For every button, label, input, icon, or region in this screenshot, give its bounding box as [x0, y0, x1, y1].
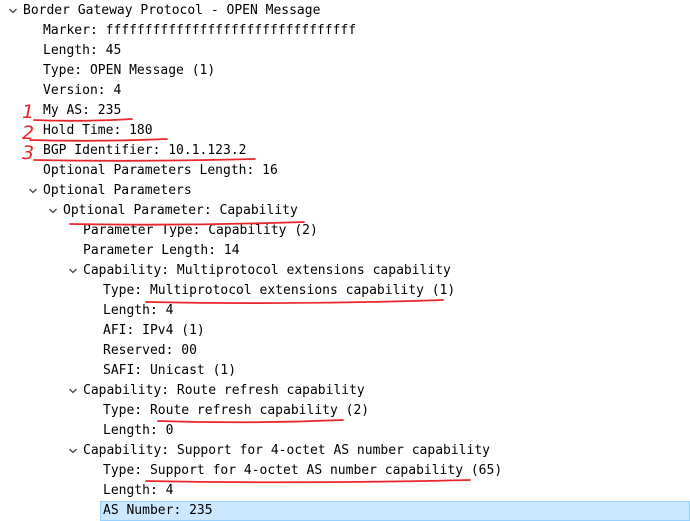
tree-row-capability-route-refresh[interactable]: Capability: Route refresh capability [0, 381, 690, 401]
tree-row-label: AS Number: 235 [103, 503, 213, 518]
tree-row-label: Capability: Support for 4-octet AS numbe… [83, 443, 490, 458]
chevron-down-icon[interactable] [66, 381, 80, 401]
tree-row-label: Length: 4 [103, 303, 174, 318]
chevron-down-icon[interactable] [66, 261, 80, 281]
tree-row-label: Optional Parameters Length: 16 [43, 163, 278, 178]
tree-row-label: Type: Support for 4-octet AS number capa… [103, 463, 503, 478]
tree-row-rr-length[interactable]: Length: 0 [0, 421, 690, 441]
tree-row-optional-parameter-capability[interactable]: Optional Parameter: Capability [0, 201, 690, 221]
tree-row-label: BGP Identifier: 10.1.123.2 [43, 143, 247, 158]
tree-row-length[interactable]: Length: 45 [0, 41, 690, 61]
tree-row-4oct-length[interactable]: Length: 4 [0, 481, 690, 501]
tree-row-label: Border Gateway Protocol - OPEN Message [23, 3, 321, 18]
tree-row-label: Type: OPEN Message (1) [43, 63, 216, 78]
chevron-down-icon[interactable] [66, 441, 80, 461]
tree-row-label: Length: 45 [43, 43, 122, 58]
tree-row-optional-parameters-length[interactable]: Optional Parameters Length: 16 [0, 161, 690, 181]
tree-row-type[interactable]: Type: OPEN Message (1) [0, 61, 690, 81]
tree-row-parameter-type[interactable]: Parameter Type: Capability (2) [0, 221, 690, 241]
tree-row-label: Optional Parameter: Capability [63, 203, 298, 218]
tree-row-hold-time[interactable]: Hold Time: 180 [0, 121, 690, 141]
tree-row-label: Capability: Route refresh capability [83, 383, 365, 398]
tree-row-label: Marker: ffffffffffffffffffffffffffffffff [43, 23, 357, 38]
tree-row-label: Length: 4 [103, 483, 174, 498]
tree-row-capability-4-octet-as[interactable]: Capability: Support for 4-octet AS numbe… [0, 441, 690, 461]
tree-row-mp-type[interactable]: Type: Multiprotocol extensions capabilit… [0, 281, 690, 301]
tree-row-label: AFI: IPv4 (1) [103, 323, 205, 338]
tree-row-as-number[interactable]: AS Number: 235 [0, 501, 690, 521]
tree-row-marker[interactable]: Marker: ffffffffffffffffffffffffffffffff [0, 21, 690, 41]
tree-row-label: Hold Time: 180 [43, 123, 153, 138]
tree-row-parameter-length[interactable]: Parameter Length: 14 [0, 241, 690, 261]
tree-row-mp-length[interactable]: Length: 4 [0, 301, 690, 321]
tree-row-safi[interactable]: SAFI: Unicast (1) [0, 361, 690, 381]
tree-row-optional-parameters[interactable]: Optional Parameters [0, 181, 690, 201]
tree-row-my-as[interactable]: My AS: 235 [0, 101, 690, 121]
chevron-down-icon[interactable] [46, 201, 60, 221]
tree-row-label: Type: Route refresh capability (2) [103, 403, 370, 418]
tree-row-label: Parameter Length: 14 [83, 243, 240, 258]
tree-row-version[interactable]: Version: 4 [0, 81, 690, 101]
tree-row-label: Optional Parameters [43, 183, 192, 198]
tree-row-bgp-open[interactable]: Border Gateway Protocol - OPEN Message [0, 1, 690, 21]
tree-row-label: Parameter Type: Capability (2) [83, 223, 318, 238]
chevron-down-icon[interactable] [26, 181, 40, 201]
tree-row-label: Type: Multiprotocol extensions capabilit… [103, 283, 456, 298]
tree-row-label: My AS: 235 [43, 103, 122, 118]
chevron-down-icon[interactable] [6, 1, 20, 21]
tree-row-label: Length: 0 [103, 423, 174, 438]
packet-details-tree: Border Gateway Protocol - OPEN Message M… [0, 0, 690, 521]
tree-row-label: Version: 4 [43, 83, 122, 98]
tree-row-bgp-identifier[interactable]: BGP Identifier: 10.1.123.2 [0, 141, 690, 161]
tree-row-label: Reserved: 00 [103, 343, 197, 358]
tree-row-reserved[interactable]: Reserved: 00 [0, 341, 690, 361]
tree-row-label: Capability: Multiprotocol extensions cap… [83, 263, 451, 278]
tree-row-capability-multiprotocol[interactable]: Capability: Multiprotocol extensions cap… [0, 261, 690, 281]
tree-row-rr-type[interactable]: Type: Route refresh capability (2) [0, 401, 690, 421]
tree-row-afi[interactable]: AFI: IPv4 (1) [0, 321, 690, 341]
tree-row-label: SAFI: Unicast (1) [103, 363, 237, 378]
tree-row-4oct-type[interactable]: Type: Support for 4-octet AS number capa… [0, 461, 690, 481]
